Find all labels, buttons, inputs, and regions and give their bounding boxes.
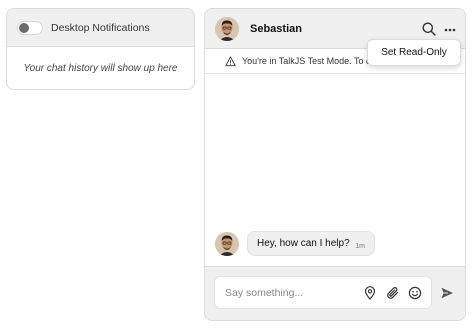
message-avatar: [215, 231, 239, 256]
paperclip-icon[interactable]: [386, 286, 400, 300]
send-icon[interactable]: [440, 286, 454, 300]
message-text: Hey, how can I help?: [257, 238, 350, 249]
compose-bar: Say something...: [205, 266, 465, 320]
inbox-panel: Desktop Notifications Your chat history …: [6, 8, 195, 90]
message-placeholder: Say something...: [225, 286, 304, 299]
toggle-knob: [19, 22, 29, 33]
more-icon[interactable]: [444, 28, 456, 32]
message-bubble[interactable]: Hey, how can I help? 1m: [247, 231, 375, 256]
warning-icon: [225, 55, 236, 66]
menu-item-set-read-only[interactable]: Set Read-Only: [367, 39, 461, 66]
emoji-icon[interactable]: [408, 286, 422, 300]
message-row: Hey, how can I help? 1m: [215, 231, 375, 256]
message-input[interactable]: Say something...: [214, 276, 432, 309]
avatar[interactable]: [215, 16, 239, 41]
chat-title: Sebastian: [250, 22, 302, 35]
location-icon[interactable]: [363, 286, 377, 300]
notifications-toggle[interactable]: [17, 20, 43, 35]
empty-history-text: Your chat history will show up here: [23, 63, 178, 74]
notifications-label: Desktop Notifications: [51, 21, 150, 34]
search-icon[interactable]: [421, 21, 437, 37]
menu-item-label: Set Read-Only: [381, 47, 447, 58]
message-time: 1m: [355, 243, 365, 250]
inbox-header: Desktop Notifications: [7, 9, 194, 47]
